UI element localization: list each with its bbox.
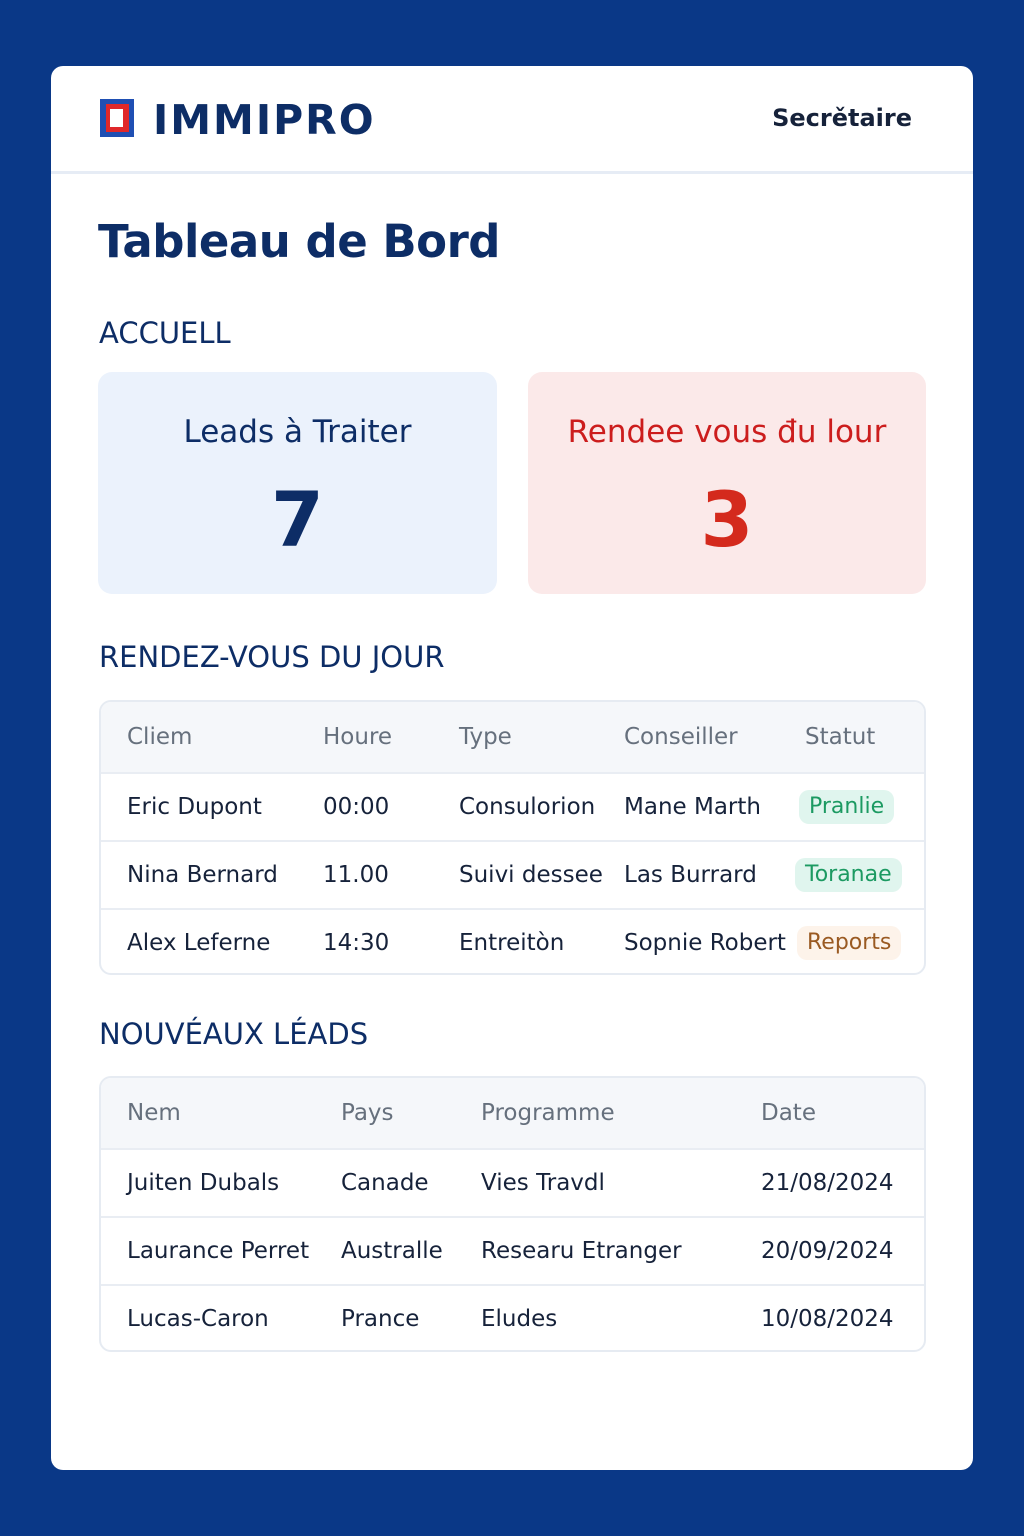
brand-name: IMMIPRO xyxy=(153,96,376,144)
app-header: IMMIPRO Secrětaire xyxy=(51,66,973,174)
status-badge: Toranae xyxy=(795,858,902,892)
lead-program: Vies Travdl xyxy=(481,1170,605,1196)
table-row[interactable]: Alex Leferne 14:30 Entreitòn Sopnie Robe… xyxy=(101,908,924,973)
table-row[interactable]: Eric Dupont 00:00 Consulorion Mane Marth… xyxy=(101,772,924,840)
lead-name: Lucas-Caron xyxy=(127,1306,269,1332)
stat-label: Leads à Traiter xyxy=(183,414,412,450)
stat-value: 3 xyxy=(700,475,754,564)
lead-country: Australle xyxy=(341,1238,443,1264)
table-row[interactable]: Juiten Dubals Canade Vies Travdl 21/08/2… xyxy=(101,1148,924,1216)
column-header-advisor[interactable]: Conseiller xyxy=(624,702,738,772)
lead-date: 20/09/2024 xyxy=(761,1238,894,1264)
appointment-hour: 14:30 xyxy=(323,930,390,956)
advisor-name: Las Burrard xyxy=(624,862,757,888)
lead-country: Prance xyxy=(341,1306,420,1332)
client-name: Eric Dupont xyxy=(127,794,262,820)
column-header-status[interactable]: Statut xyxy=(805,702,875,772)
lead-date: 10/08/2024 xyxy=(761,1306,894,1332)
appointments-today-card[interactable]: Rendee vous đu lour 3 xyxy=(528,372,926,594)
dashboard-card: IMMIPRO Secrětaire Tableau de Bord ACCUE… xyxy=(51,66,973,1470)
client-name: Nina Bernard xyxy=(127,862,278,888)
table-row[interactable]: Laurance Perret Australle Researu Etrang… xyxy=(101,1216,924,1284)
column-header-client[interactable]: Cliem xyxy=(127,702,192,772)
table-row[interactable]: Lucas-Caron Prance Eludes 10/08/2024 xyxy=(101,1284,924,1350)
column-header-name[interactable]: Nem xyxy=(127,1078,181,1148)
appointment-hour: 00:00 xyxy=(323,794,390,820)
appointment-type: Suivi dessee xyxy=(459,862,603,888)
section-title-new-leads: NOUVÉAUX LÉADS xyxy=(99,1017,369,1051)
section-title-accueil: ACCUELL xyxy=(99,316,231,350)
status-badge: Pranlie xyxy=(799,790,895,824)
leads-to-process-card[interactable]: Leads à Traiter 7 xyxy=(98,372,497,594)
lead-program: Researu Etranger xyxy=(481,1238,682,1264)
appointment-type: Entreitòn xyxy=(459,930,565,956)
status-cell: Reports xyxy=(797,910,902,973)
lead-name: Juiten Dubals xyxy=(127,1170,280,1196)
lead-program: Eludes xyxy=(481,1306,558,1332)
appointment-hour: 11.00 xyxy=(323,862,389,888)
appointment-type: Consulorion xyxy=(459,794,596,820)
column-header-country[interactable]: Pays xyxy=(341,1078,394,1148)
lead-country: Canade xyxy=(341,1170,429,1196)
logo-icon xyxy=(100,99,134,137)
appointments-table: Cliem Houre Type Conseiller Statut Eric … xyxy=(99,700,926,975)
stat-value: 7 xyxy=(271,475,324,564)
column-header-type[interactable]: Type xyxy=(459,702,512,772)
client-name: Alex Leferne xyxy=(127,930,271,956)
lead-date: 21/08/2024 xyxy=(761,1170,894,1196)
new-leads-table: Nem Pays Programme Date Juiten Dubals Ca… xyxy=(99,1076,926,1352)
advisor-name: Mane Marth xyxy=(624,794,761,820)
lead-name: Laurance Perret xyxy=(127,1238,310,1264)
stat-label: Rendee vous đu lour xyxy=(567,414,887,450)
user-role[interactable]: Secrětaire xyxy=(772,102,912,134)
table-header: Nem Pays Programme Date xyxy=(101,1078,924,1148)
advisor-name: Sopnie Robert xyxy=(624,930,786,956)
section-title-appointments: RENDEZ-VOUS DU JOUR xyxy=(99,640,445,674)
status-cell: Toranae xyxy=(795,842,902,908)
status-cell: Pranlie xyxy=(799,774,895,840)
column-header-hour[interactable]: Houre xyxy=(323,702,392,772)
column-header-program[interactable]: Programme xyxy=(481,1078,615,1148)
table-row[interactable]: Nina Bernard 11.00 Suivi dessee Las Burr… xyxy=(101,840,924,908)
status-badge: Reports xyxy=(797,926,902,960)
table-header: Cliem Houre Type Conseiller Statut xyxy=(101,702,924,772)
column-header-date[interactable]: Date xyxy=(761,1078,816,1148)
page-title: Tableau de Bord xyxy=(98,215,501,268)
